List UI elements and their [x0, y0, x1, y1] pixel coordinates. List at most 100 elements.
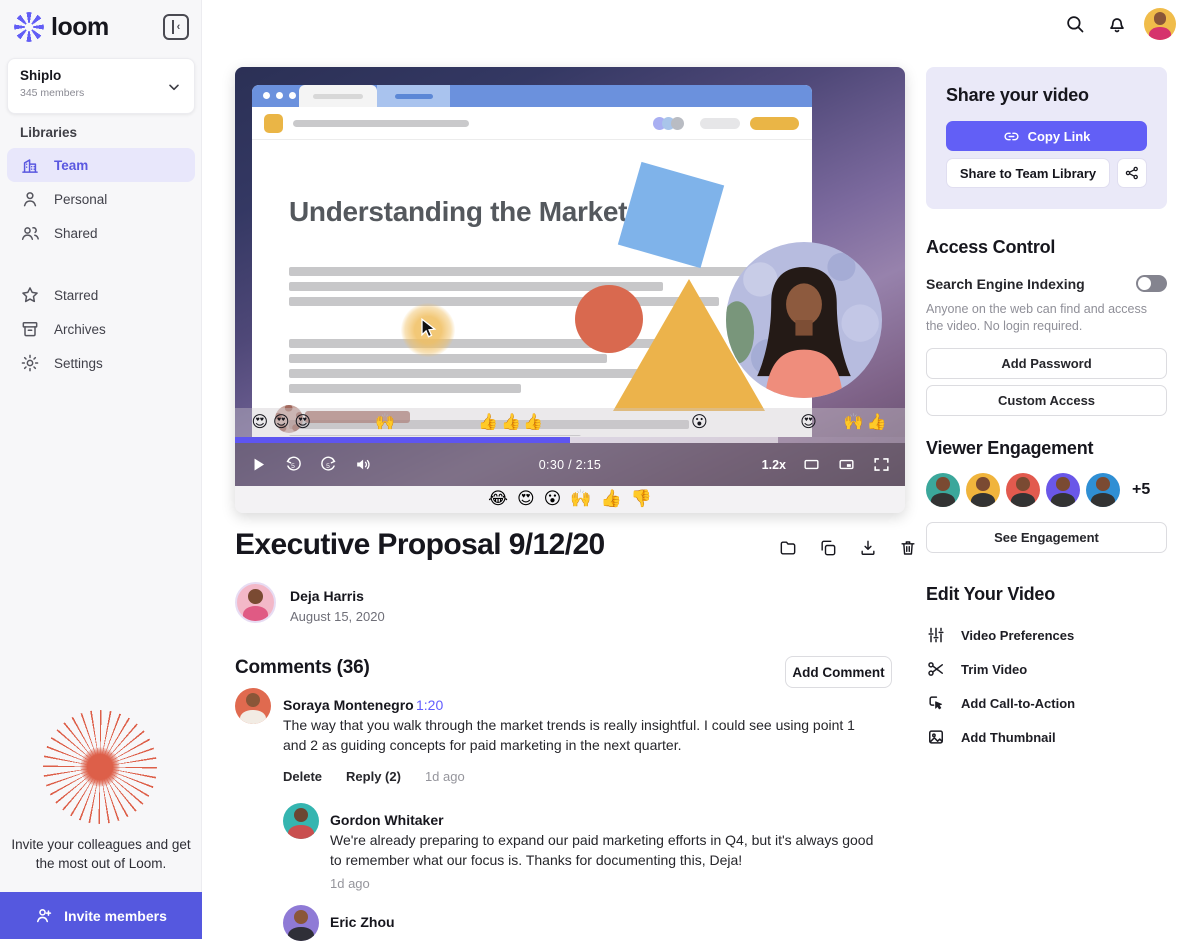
add-call-to-action-item[interactable]: Add Call-to-Action [926, 686, 1167, 720]
add-password-button[interactable]: Add Password [926, 348, 1167, 379]
duplicate-button[interactable] [815, 535, 841, 561]
reaction-emoji-button[interactable]: 😂 [488, 491, 508, 508]
player-controls: 5 5 0:30 / 2:15 1.2x [235, 443, 905, 486]
trim-video-item[interactable]: Trim Video [926, 652, 1167, 686]
presenter-webcam-bubble [726, 242, 882, 398]
star-icon [20, 285, 40, 305]
viewer-avatar[interactable] [966, 473, 1000, 507]
delete-video-button[interactable] [895, 535, 921, 561]
play-button[interactable] [249, 455, 268, 474]
reaction-bar: 😂 😍 😮 🙌 👍 👎 [235, 486, 905, 513]
copy-link-button[interactable]: Copy Link [946, 121, 1147, 151]
add-thumbnail-item[interactable]: Add Thumbnail [926, 720, 1167, 754]
reaction-emoji-button[interactable]: 😍 [517, 491, 535, 508]
comment-body: The way that you walk through the market… [283, 717, 855, 753]
edit-video-heading: Edit Your Video [926, 584, 1056, 604]
timeline-reaction: 😍 [272, 412, 290, 431]
download-button[interactable] [855, 535, 881, 561]
person-icon [20, 189, 40, 209]
picture-in-picture-button[interactable] [837, 455, 856, 474]
timeline-reaction: 😍 [294, 412, 311, 431]
libraries-label: Libraries [20, 125, 78, 140]
search-engine-indexing-toggle[interactable] [1136, 275, 1167, 292]
see-engagement-button[interactable]: See Engagement [926, 522, 1167, 553]
comment-timestamp-link[interactable]: 1:20 [416, 697, 443, 713]
reply-button[interactable]: Reply (2) [346, 769, 401, 784]
sidebar-item-label: Shared [54, 225, 98, 241]
forward-5-button[interactable]: 5 [319, 455, 338, 474]
access-control-section: Access Control Search Engine Indexing An… [926, 237, 1167, 416]
share-nodes-icon [1124, 165, 1140, 181]
move-to-folder-button[interactable] [775, 535, 801, 561]
comment-author: Gordon Whitaker [330, 812, 444, 828]
delete-comment-button[interactable]: Delete [283, 769, 322, 784]
sidebar-item-personal[interactable]: Personal [7, 182, 195, 216]
browser-tab-inactive [377, 85, 450, 107]
author-name: Deja Harris [290, 588, 364, 604]
viewer-avatar[interactable] [1046, 473, 1080, 507]
sidebar-collapse-button[interactable]: ‹ [163, 14, 189, 40]
rewind-5-button[interactable]: 5 [284, 455, 303, 474]
share-to-team-library-button[interactable]: Share to Team Library [946, 158, 1110, 188]
search-button[interactable] [1060, 9, 1090, 39]
loom-video-page: loom ‹ Shiplo 345 members Libraries Team [0, 0, 1200, 941]
share-card: Share your video Copy Link Share to Team… [926, 67, 1167, 209]
people-icon [20, 223, 40, 243]
sidebar-item-archives[interactable]: Archives [7, 312, 195, 346]
comment-time: 1d ago [330, 876, 370, 891]
invite-members-button[interactable]: Invite members [0, 892, 202, 939]
add-comment-button[interactable]: Add Comment [785, 656, 892, 688]
sidebar-item-shared[interactable]: Shared [7, 216, 195, 250]
bell-icon [1106, 13, 1128, 35]
comment-author: Soraya Montenegro [283, 697, 414, 713]
timeline-reaction: 🙌 [843, 412, 864, 431]
reaction-emoji-button[interactable]: 👍 [601, 491, 622, 508]
sidebar-item-team[interactable]: Team [7, 148, 195, 182]
sidebar-item-starred[interactable]: Starred [7, 278, 195, 312]
comments-heading: Comments (36) [235, 657, 370, 678]
video-player[interactable]: Understanding the Market 😍 😍 😍 🙌 👍 👍 👍 😮… [235, 67, 905, 486]
notifications-button[interactable] [1102, 9, 1132, 39]
reaction-emoji-button[interactable]: 🙌 [570, 491, 591, 508]
workspace-members: 345 members [20, 87, 85, 99]
custom-access-button[interactable]: Custom Access [926, 385, 1167, 416]
slide-title: Understanding the Market [289, 196, 628, 227]
fullscreen-button[interactable] [872, 455, 891, 474]
share-options-button[interactable] [1117, 158, 1147, 188]
reaction-emoji-button[interactable]: 😮 [544, 491, 562, 508]
sidebar-item-label: Archives [54, 321, 106, 337]
sidebar-item-settings[interactable]: Settings [7, 346, 195, 380]
workspace-switcher[interactable]: Shiplo 345 members [7, 58, 195, 114]
gear-icon [20, 353, 40, 373]
user-avatar[interactable] [1144, 8, 1176, 40]
video-preferences-item[interactable]: Video Preferences [926, 618, 1167, 652]
viewer-engagement-heading: Viewer Engagement [926, 438, 1094, 458]
theater-mode-button[interactable] [802, 455, 821, 474]
viewer-avatar[interactable] [1006, 473, 1040, 507]
volume-button[interactable] [354, 455, 373, 474]
page-title: Executive Proposal 9/12/20 [235, 528, 605, 561]
sidebar: loom ‹ Shiplo 345 members Libraries Team [0, 0, 202, 939]
timeline-reaction: 👍 [478, 412, 499, 431]
search-icon [1064, 13, 1086, 35]
loom-logo[interactable]: loom [14, 12, 109, 42]
commenter-avatar [283, 905, 319, 941]
folder-icon [778, 538, 798, 558]
viewer-avatar[interactable] [926, 473, 960, 507]
trash-icon [898, 538, 918, 558]
browser-action-pill [750, 117, 799, 130]
playback-speed-button[interactable]: 1.2x [762, 458, 786, 472]
browser-favicon [264, 114, 283, 133]
viewer-overflow-count: +5 [1132, 481, 1151, 498]
viewer-avatar[interactable] [1086, 473, 1120, 507]
reaction-emoji-button[interactable]: 👎 [631, 491, 652, 508]
general-nav: Starred Archives Settings [7, 278, 195, 380]
timeline-reactions: 😍 😍 😍 🙌 👍 👍 👍 😮 😍 🙌 👍 [235, 408, 905, 437]
sidebar-item-label: Team [54, 157, 89, 173]
edit-item-label: Video Preferences [961, 627, 1075, 643]
picture-in-picture-icon [837, 455, 856, 474]
fullscreen-icon [872, 455, 891, 474]
topbar [202, 0, 1200, 48]
link-icon [1003, 128, 1020, 145]
building-icon [20, 155, 40, 175]
